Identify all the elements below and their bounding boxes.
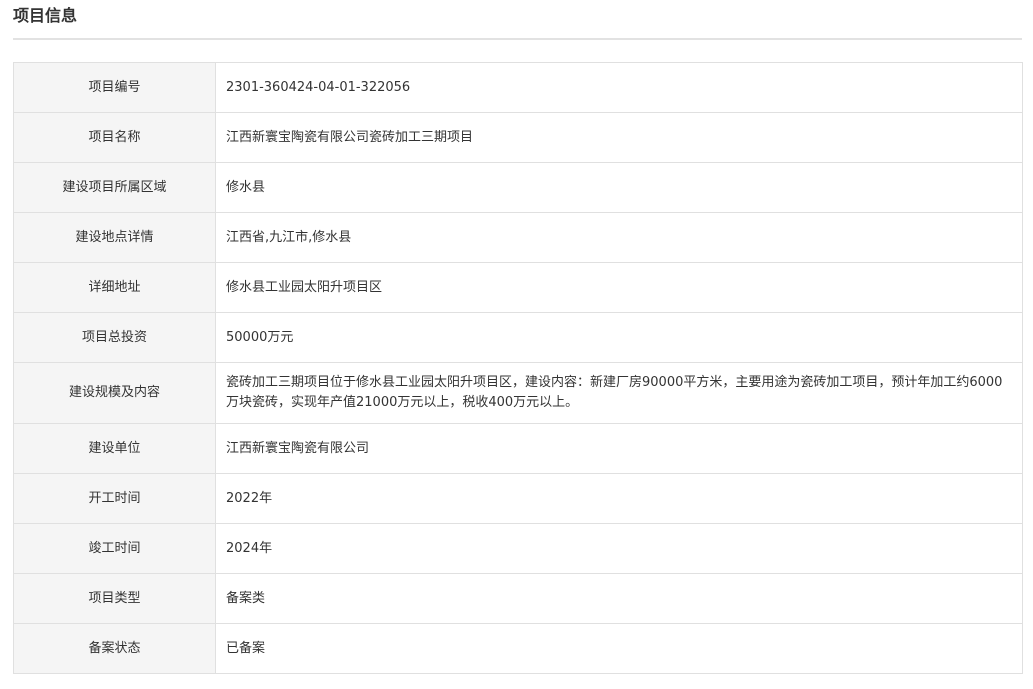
project-info-table: 项目编号 2301-360424-04-01-322056 项目名称 江西新寰宝… <box>13 62 1023 674</box>
table-row: 开工时间 2022年 <box>13 473 1023 524</box>
section-title: 项目信息 <box>13 6 78 25</box>
row-label-completion-time: 竣工时间 <box>13 523 216 574</box>
row-value-start-time: 2022年 <box>215 473 1023 524</box>
table-row: 详细地址 修水县工业园太阳升项目区 <box>13 262 1023 313</box>
row-label-address: 详细地址 <box>13 262 216 313</box>
row-value-total-investment: 50000万元 <box>215 312 1023 363</box>
row-value-scale-content: 瓷砖加工三期项目位于修水县工业园太阳升项目区，建设内容：新建厂房90000平方米… <box>215 362 1023 424</box>
row-label-builder: 建设单位 <box>13 423 216 474</box>
row-label-start-time: 开工时间 <box>13 473 216 524</box>
row-value-project-type: 备案类 <box>215 573 1023 624</box>
row-value-filing-status: 已备案 <box>215 623 1023 674</box>
table-row: 项目类型 备案类 <box>13 573 1023 624</box>
row-label-total-investment: 项目总投资 <box>13 312 216 363</box>
row-label-project-type: 项目类型 <box>13 573 216 624</box>
row-label-scale-content: 建设规模及内容 <box>13 362 216 424</box>
row-label-location-detail: 建设地点详情 <box>13 212 216 263</box>
section-header: 项目信息 <box>13 0 1022 40</box>
table-row: 项目名称 江西新寰宝陶瓷有限公司瓷砖加工三期项目 <box>13 112 1023 163</box>
table-row: 建设项目所属区域 修水县 <box>13 162 1023 213</box>
table-row: 建设单位 江西新寰宝陶瓷有限公司 <box>13 423 1023 474</box>
table-row: 竣工时间 2024年 <box>13 523 1023 574</box>
row-value-completion-time: 2024年 <box>215 523 1023 574</box>
table-row: 项目总投资 50000万元 <box>13 312 1023 363</box>
row-label-project-name: 项目名称 <box>13 112 216 163</box>
row-value-address: 修水县工业园太阳升项目区 <box>215 262 1023 313</box>
row-label-project-code: 项目编号 <box>13 62 216 113</box>
row-label-region: 建设项目所属区域 <box>13 162 216 213</box>
table-row: 备案状态 已备案 <box>13 623 1023 674</box>
row-value-region: 修水县 <box>215 162 1023 213</box>
table-row: 建设规模及内容 瓷砖加工三期项目位于修水县工业园太阳升项目区，建设内容：新建厂房… <box>13 362 1023 424</box>
row-label-filing-status: 备案状态 <box>13 623 216 674</box>
row-value-project-code: 2301-360424-04-01-322056 <box>215 62 1023 113</box>
row-value-builder: 江西新寰宝陶瓷有限公司 <box>215 423 1023 474</box>
row-value-location-detail: 江西省,九江市,修水县 <box>215 212 1023 263</box>
table-row: 项目编号 2301-360424-04-01-322056 <box>13 62 1023 113</box>
row-value-project-name: 江西新寰宝陶瓷有限公司瓷砖加工三期项目 <box>215 112 1023 163</box>
table-row: 建设地点详情 江西省,九江市,修水县 <box>13 212 1023 263</box>
